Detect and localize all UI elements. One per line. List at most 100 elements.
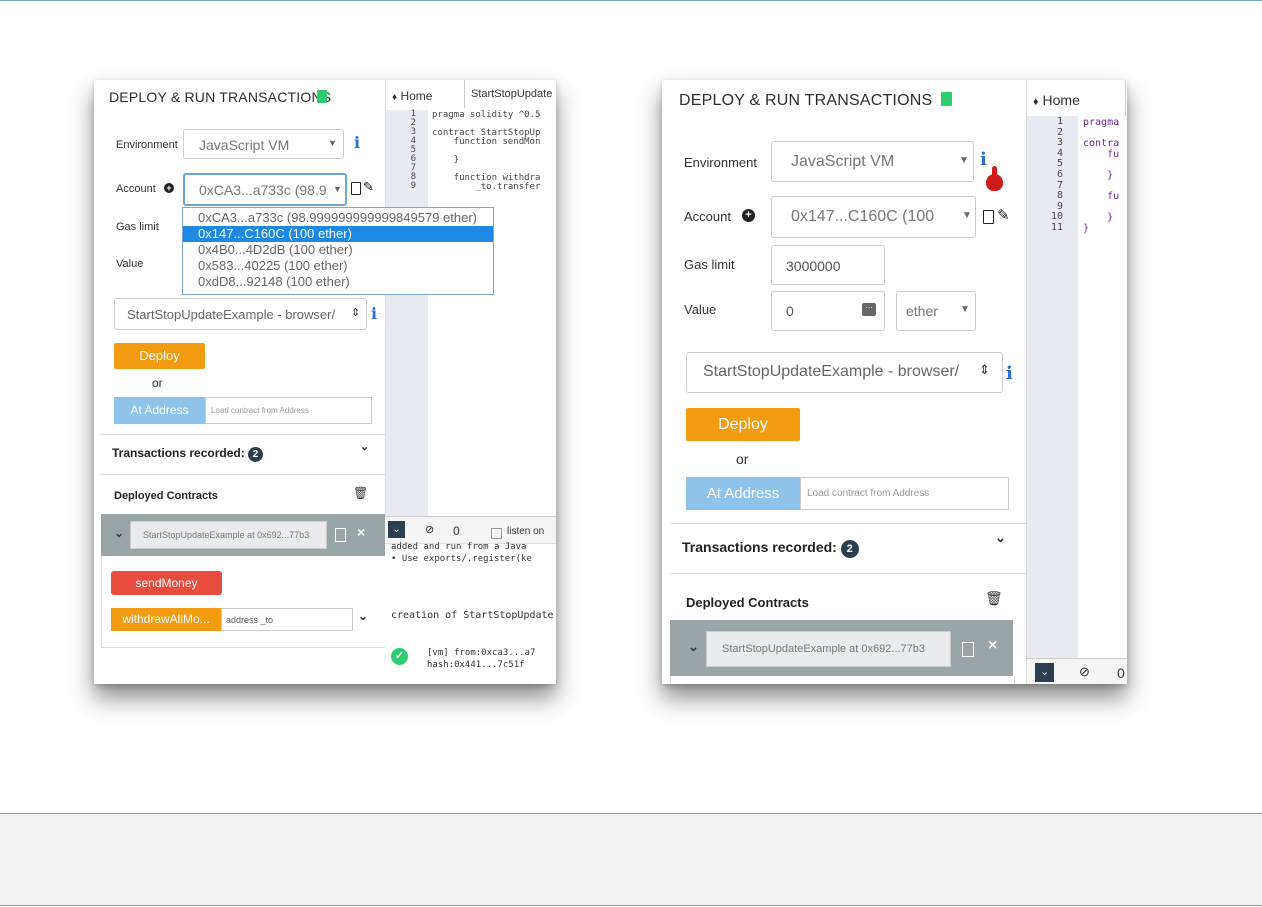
left-screenshot: DEPLOY & RUN TRANSACTIONS Environment Ja… <box>94 80 556 684</box>
withdraw-address-input[interactable]: address _to <box>221 608 353 631</box>
code-line: 11 <box>1050 221 1063 233</box>
code-line: function sendMon <box>432 137 541 147</box>
chevron-down-icon: ▼ <box>333 184 342 194</box>
transactions-recorded[interactable]: Transactions recorded: 2 <box>682 539 859 558</box>
terminal-count: 0 <box>1117 665 1125 681</box>
clipboard-icon[interactable] <box>335 528 346 542</box>
clipboard-icon[interactable] <box>962 642 974 657</box>
account-option-selected[interactable]: 0x147...C160C (100 ether) <box>183 226 493 242</box>
collapse-terminal-icon[interactable]: ⌄ <box>388 521 405 538</box>
value-unit-select[interactable]: ether ▼ <box>896 291 976 331</box>
terminal-count: 0 <box>453 524 460 538</box>
copy-icon[interactable] <box>983 210 994 224</box>
line-numbers: 123456789 <box>386 110 416 191</box>
close-icon[interactable]: × <box>988 637 997 655</box>
deploy-button[interactable]: Deploy <box>114 343 205 369</box>
value-label: Value <box>116 258 144 270</box>
contract-select-value: StartStopUpdateExample - browser/ <box>127 307 336 322</box>
gas-limit-value: 3000000 <box>786 258 841 274</box>
account-option[interactable]: 0xdD8...92148 (100 ether) <box>183 274 493 290</box>
chevron-down-icon: ▼ <box>959 155 969 166</box>
at-address-button[interactable]: At Address <box>686 477 800 510</box>
chevron-down-icon: ▼ <box>328 138 337 148</box>
listen-label: listen on <box>507 526 545 537</box>
editor-area: ♦ Home 1 2 3 4 5 6 7 8 9 10 11 pragma contra fu } … <box>1026 80 1127 684</box>
account-option[interactable]: 0x4B0...4D2dB (100 ether) <box>183 242 493 258</box>
edit-icon[interactable]: ✎ <box>997 206 1010 224</box>
withdraw-placeholder: address _to <box>226 615 274 625</box>
code-text: pragma contra fu } fu }} <box>1083 117 1119 235</box>
trash-icon[interactable]: 🗑 <box>985 590 1003 607</box>
at-address-placeholder: Load contract from Address <box>807 488 930 499</box>
tab-file[interactable] <box>1125 80 1127 116</box>
chevron-down-icon[interactable]: ⌄ <box>995 530 1006 546</box>
chevron-down-icon: ▼ <box>962 210 972 221</box>
code-line: pragma solidity ^0.5 <box>432 110 541 120</box>
code-line: 9 <box>410 181 416 191</box>
chevron-down-icon[interactable]: ⌄ <box>114 526 124 540</box>
contract-select-value: StartStopUpdateExample - browser/ <box>703 363 960 380</box>
tab-file[interactable]: StartStopUpdate <box>464 80 556 108</box>
right-screenshot: DEPLOY & RUN TRANSACTIONS Environment Ja… <box>662 80 1127 684</box>
gas-limit-label: Gas limit <box>684 257 735 272</box>
contract-select[interactable]: StartStopUpdateExample - browser/ ⇕ <box>686 352 1003 393</box>
at-address-button[interactable]: At Address <box>114 397 205 424</box>
collapse-terminal-icon[interactable]: ⌄ <box>1035 663 1054 682</box>
account-option[interactable]: 0xCA3...a733c (98.999999999999849579 eth… <box>183 210 493 226</box>
divider <box>101 647 385 648</box>
account-select[interactable]: 0xCA3...a733c (98.9 ▼ <box>183 173 347 206</box>
transactions-recorded[interactable]: Transactions recorded: 2 <box>112 446 264 462</box>
transactions-count-badge: 2 <box>248 447 264 462</box>
transactions-label: Transactions recorded: <box>682 539 837 555</box>
info-icon[interactable]: i <box>371 304 377 323</box>
environment-label: Environment <box>684 155 757 170</box>
chevron-down-icon[interactable]: ⌄ <box>360 440 369 453</box>
environment-select[interactable]: JavaScript VM ▼ <box>771 141 974 182</box>
code-line: } <box>1083 222 1090 234</box>
info-icon[interactable]: i <box>354 133 360 152</box>
chevron-down-icon: ▼ <box>960 304 970 315</box>
environment-value: JavaScript VM <box>791 153 895 170</box>
listen-checkbox[interactable] <box>491 528 502 539</box>
contract-select[interactable]: StartStopUpdateExample - browser/ ⇕ <box>114 298 367 330</box>
clear-icon[interactable]: ⊘ <box>1079 664 1090 680</box>
at-address-input[interactable]: Load contract from Address <box>205 397 372 424</box>
deployed-instance-label: StartStopUpdateExample at 0x692...77b3 <box>722 643 926 655</box>
info-icon[interactable]: i <box>1006 363 1013 384</box>
account-select[interactable]: 0x147...C160C (100 ▼ <box>771 196 976 238</box>
tab-home[interactable]: ♦ Home <box>392 89 432 103</box>
close-icon[interactable]: × <box>357 524 365 540</box>
panel-title: DEPLOY & RUN TRANSACTIONS <box>679 92 933 109</box>
trash-icon[interactable]: 🗑 <box>353 486 368 500</box>
chevron-down-icon[interactable]: ⌄ <box>358 609 368 623</box>
tab-home[interactable]: ♦ Home <box>1033 92 1080 108</box>
environment-value: JavaScript VM <box>199 137 290 153</box>
withdraw-button[interactable]: withdrawAllMo... <box>111 608 221 631</box>
divider <box>670 523 1026 524</box>
code-line: _to.transfer <box>432 182 541 192</box>
account-option[interactable]: 0x583...40225 (100 ether) <box>183 258 493 274</box>
value-input[interactable]: 0 ··· <box>771 291 885 331</box>
plus-circle-icon[interactable]: + <box>742 209 755 222</box>
panel-border <box>101 556 102 648</box>
value-label: Value <box>684 302 717 317</box>
more-icon[interactable]: ··· <box>862 303 876 316</box>
account-label: Account <box>684 209 731 224</box>
environment-select[interactable]: JavaScript VM ▼ <box>183 129 344 159</box>
edit-icon[interactable]: ✎ <box>363 179 374 195</box>
clear-icon[interactable]: ⊘ <box>425 523 434 536</box>
transactions-count-badge: 2 <box>840 540 859 558</box>
deployed-instance-name[interactable]: StartStopUpdateExample at 0x692...77b3 <box>706 631 951 667</box>
environment-label: Environment <box>116 139 178 151</box>
deployed-instance-name[interactable]: StartStopUpdateExample at 0x692...77b3 <box>130 521 327 549</box>
divider <box>100 434 385 435</box>
gas-limit-input[interactable]: 3000000 <box>771 245 885 285</box>
deploy-button[interactable]: Deploy <box>686 408 800 441</box>
code-line: } <box>432 155 460 165</box>
divider <box>100 474 385 475</box>
chevron-down-icon[interactable]: ⌄ <box>688 639 699 655</box>
copy-icon[interactable] <box>351 182 361 195</box>
at-address-input[interactable]: Load contract from Address <box>800 477 1009 510</box>
send-money-button[interactable]: sendMoney <box>111 571 222 595</box>
plus-circle-icon[interactable]: + <box>164 183 174 193</box>
